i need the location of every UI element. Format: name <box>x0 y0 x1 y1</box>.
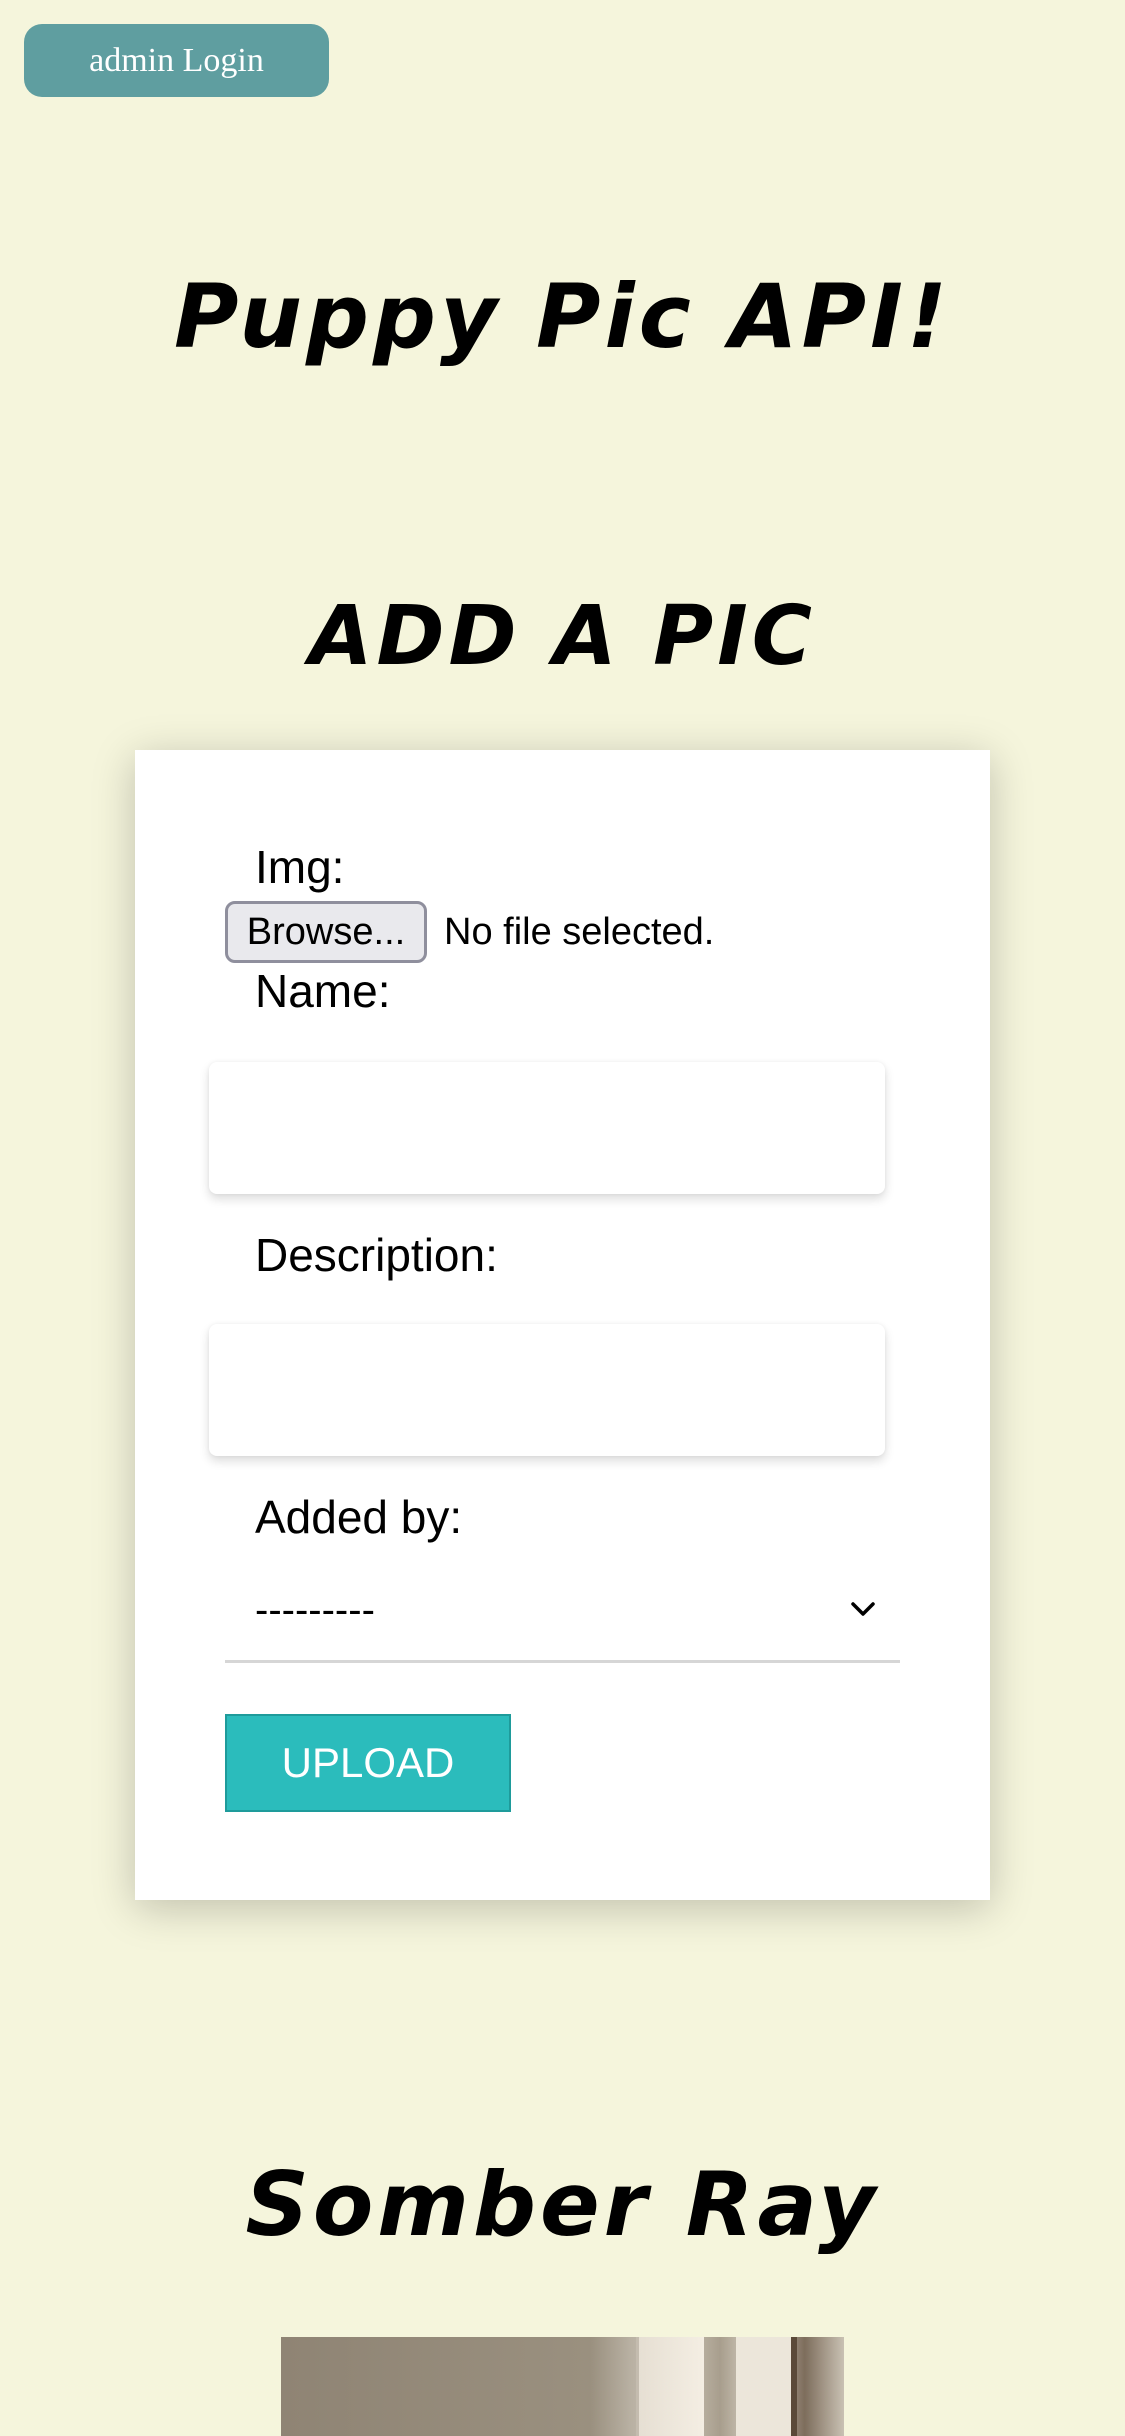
added-by-select[interactable]: --------- <box>225 1570 900 1663</box>
site-title: Puppy Pic API! <box>174 265 951 368</box>
picture-name: Somber Ray <box>245 2153 880 2256</box>
img-label: Img: <box>255 841 345 893</box>
description-label: Description: <box>255 1229 498 1281</box>
file-status: No file selected. <box>444 910 715 953</box>
chevron-down-icon <box>851 1602 875 1616</box>
description-input[interactable] <box>209 1324 885 1456</box>
photo-door-frame <box>736 2337 797 2436</box>
name-input[interactable] <box>209 1062 885 1194</box>
browse-button[interactable]: Browse... <box>225 901 427 963</box>
puppy-photo <box>281 2337 844 2436</box>
name-label: Name: <box>255 965 391 1017</box>
added-by-selected-value: --------- <box>255 1588 375 1632</box>
admin-login-button[interactable]: admin Login <box>24 24 329 97</box>
upload-button[interactable]: UPLOAD <box>225 1714 511 1812</box>
file-input: Browse... No file selected. <box>225 900 714 964</box>
add-pic-heading: ADD A PIC <box>309 589 816 684</box>
photo-door <box>636 2337 704 2436</box>
added-by-label: Added by: <box>255 1491 463 1543</box>
add-pic-form: Img: Browse... No file selected. Name: D… <box>135 750 990 1900</box>
